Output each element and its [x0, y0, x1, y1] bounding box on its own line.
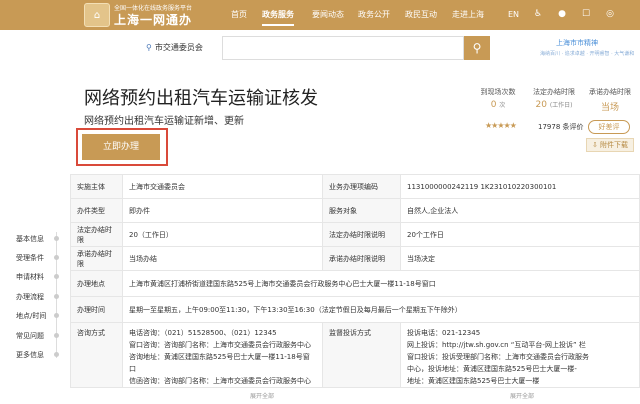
logo-title[interactable]: 上海一网通办	[114, 11, 192, 28]
consult-line: 信函咨询：咨询部门名称：上海市交通委员会行政服务中心	[129, 377, 311, 385]
sidenav-process[interactable]: 办理流程	[16, 292, 44, 302]
table-value: 20（工作日）	[122, 222, 323, 247]
service-subtitle: 网络预约出租汽车运输证新增、更新	[84, 116, 244, 127]
table-key: 承诺办结时限说明	[322, 246, 401, 271]
table-value: 电话咨询：（021）51528500、（021）12345 窗口咨询：咨询部门名…	[122, 322, 323, 388]
visits-label: 到现场次数	[480, 88, 516, 96]
table-value: 自然人,企业法人	[400, 198, 640, 223]
rating-stars-icon: ★★★★★	[485, 121, 517, 130]
table-key: 办件类型	[70, 198, 123, 223]
table-value: 1131000000242119 1K231010220300101	[400, 174, 640, 199]
table-key: 咨询方式	[70, 322, 123, 388]
download-icon: ⇩	[591, 141, 601, 149]
good-bad-review-button[interactable]: 好差评	[588, 120, 630, 134]
sidenav-materials[interactable]: 申请材料	[16, 272, 44, 282]
table-key: 办理地点	[70, 270, 123, 297]
nav-interaction[interactable]: 政民互动	[405, 0, 437, 30]
table-row: 办理地点 上海市黄浦区打浦桥街道建国东路525号上海市交通委员会行政服务中心巴士…	[70, 270, 640, 297]
attachment-download-label: 附件下载	[600, 141, 629, 149]
legal-limit-value: 20 (工作日)	[524, 100, 584, 110]
phone-icon[interactable]: ☐	[580, 8, 592, 20]
nav-home[interactable]: 首页	[231, 0, 247, 30]
search-button[interactable]: ⚲	[464, 36, 490, 60]
language-switch[interactable]: EN	[508, 0, 519, 30]
user-icon[interactable]: ●	[556, 8, 568, 20]
city-spirit-slogan: 海纳百川 · 追求卓越 · 开明睿智 · 大气谦和	[540, 51, 635, 57]
table-value: 星期一至星期五，上午09:00至11:30，下午13:30至16:30（法定节假…	[122, 296, 640, 323]
complaint-line: 网上投诉：http://jtw.sh.gov.cn “互动平台-网上投诉” 栏	[407, 341, 586, 349]
top-nav-bar: ⌂ 全国一体化在线政务服务平台 上海一网通办 首页 政务服务 要闻动态 政务公开…	[0, 0, 640, 30]
legal-limit-unit: (工作日)	[549, 102, 573, 109]
shanghai-logo-icon[interactable]: ⌂	[84, 3, 110, 27]
sidenav-dot	[54, 333, 59, 338]
expand-all-link[interactable]: 展开全部	[250, 391, 274, 400]
table-row: 承诺办结时限 当场办结 承诺办结时限说明 当场决定	[70, 246, 640, 271]
table-value: 当场决定	[400, 246, 640, 271]
table-row: 实施主体 上海市交通委员会 业务办理项编码 1131000000242119 1…	[70, 174, 640, 199]
nav-news[interactable]: 要闻动态	[312, 0, 344, 30]
table-value: 20个工作日	[400, 222, 640, 247]
complaint-line: 窗口投诉：投诉受理部门名称：上海市交通委员会行政服务	[407, 353, 589, 361]
table-key: 业务办理项编码	[322, 174, 401, 199]
complaint-line: 地址：黄浦区建国东路525号巴士大厦一楼	[407, 377, 540, 385]
visits-number: 0	[490, 100, 497, 110]
sidenav-dot	[54, 255, 59, 260]
table-value: 即办件	[122, 198, 323, 223]
sidenav-dot	[54, 274, 59, 279]
sidenav-location-time[interactable]: 地点/时间	[16, 311, 46, 321]
table-key: 法定办结时限	[70, 222, 123, 247]
complaint-line: 中心，投诉地址：黄浦区建国东路525号巴士大厦一楼-	[407, 365, 577, 373]
visits-value: 0 次	[468, 100, 528, 110]
sidenav-more-info[interactable]: 更多信息	[16, 350, 44, 360]
search-icon: ⚲	[472, 41, 482, 55]
wechat-icon[interactable]: ◎	[604, 8, 616, 20]
legal-limit-number: 20	[535, 100, 547, 110]
table-key: 办理时间	[70, 296, 123, 323]
promise-limit-value: 当场	[600, 103, 619, 113]
table-key: 服务对象	[322, 198, 401, 223]
sidenav-dot	[54, 236, 59, 241]
table-row: 办件类型 即办件 服务对象 自然人,企业法人	[70, 198, 640, 223]
apply-now-button[interactable]: 立即办理	[82, 134, 160, 160]
table-key: 承诺办结时限	[70, 246, 123, 271]
nav-government-services[interactable]: 政务服务	[262, 0, 294, 30]
table-key: 监督投诉方式	[322, 322, 401, 388]
table-value: 上海市交通委员会	[122, 174, 323, 199]
table-key: 法定办结时限说明	[322, 222, 401, 247]
complaint-line: 投诉电话：021-12345	[407, 329, 481, 337]
search-input[interactable]	[222, 36, 464, 60]
service-info-table: 实施主体 上海市交通委员会 业务办理项编码 1131000000242119 1…	[70, 174, 640, 388]
sidenav-faq[interactable]: 常见问题	[16, 331, 44, 341]
attachment-download-button[interactable]: ⇩ 附件下载	[586, 138, 634, 152]
expand-all-link[interactable]: 展开全部	[510, 391, 534, 400]
rating-count[interactable]: 17978 条评价	[538, 122, 584, 132]
sidenav-dot	[54, 352, 59, 357]
nav-public-affairs[interactable]: 政务公开	[358, 0, 390, 30]
table-value: 当场办结	[122, 246, 323, 271]
sidenav-dot	[54, 313, 59, 318]
accessibility-icon[interactable]: ♿	[532, 8, 544, 20]
legal-limit-label: 法定办结时限	[533, 88, 575, 96]
table-key: 实施主体	[70, 174, 123, 199]
sidenav-dot	[54, 294, 59, 299]
sidenav-conditions[interactable]: 受理条件	[16, 253, 44, 263]
location-pin-icon: ⚲	[146, 43, 152, 52]
table-row: 法定办结时限 20（工作日） 法定办结时限说明 20个工作日	[70, 222, 640, 247]
table-row: 咨询方式 电话咨询：（021）51528500、（021）12345 窗口咨询：…	[70, 322, 640, 388]
table-value: 投诉电话：021-12345 网上投诉：http://jtw.sh.gov.cn…	[400, 322, 640, 388]
city-spirit-title: 上海市市精神	[556, 39, 598, 47]
consult-line: 电话咨询：（021）51528500、（021）12345	[129, 329, 277, 337]
department-selector[interactable]: ⚲ 市交通委员会	[146, 42, 203, 53]
consult-line: 咨询地址：黄浦区建国东路525号巴士大厦一楼11-18号窗口	[129, 353, 310, 373]
promise-limit-label: 承诺办结时限	[589, 88, 631, 96]
table-row: 办理时间 星期一至星期五，上午09:00至11:30，下午13:30至16:30…	[70, 296, 640, 323]
visits-unit: 次	[499, 102, 506, 109]
table-value: 上海市黄浦区打浦桥街道建国东路525号上海市交通委员会行政服务中心巴士大厦一楼1…	[122, 270, 640, 297]
service-title: 网络预约出租汽车运输证核发	[84, 88, 318, 109]
consult-line: 窗口咨询：咨询部门名称：上海市交通委员会行政服务中心	[129, 341, 311, 349]
nav-about-shanghai[interactable]: 走进上海	[452, 0, 484, 30]
department-label: 市交通委员会	[154, 43, 203, 52]
sidenav-basic-info[interactable]: 基本信息	[16, 234, 44, 244]
